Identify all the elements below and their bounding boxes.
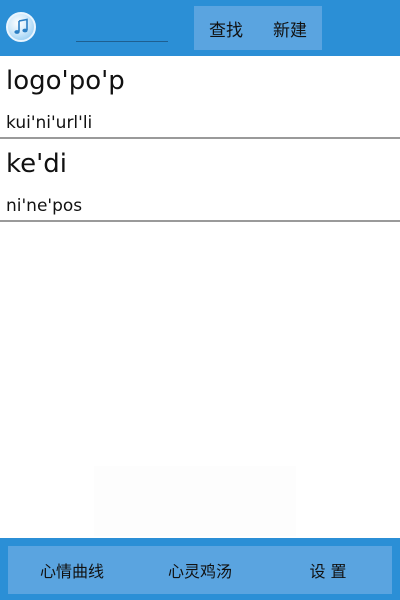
settings-tab[interactable]: 设 置 xyxy=(264,546,392,594)
top-toolbar: 查找 新建 xyxy=(0,0,400,56)
search-input[interactable] xyxy=(76,12,168,42)
entry-subtitle: kui'ni'url'li xyxy=(6,113,93,133)
blank-panel xyxy=(94,466,296,536)
action-button-group: 查找 新建 xyxy=(194,6,322,50)
app-window: 查找 新建 logo'po'p kui'ni'url'li ke'di ni'n… xyxy=(0,0,400,600)
soul-soup-tab[interactable]: 心灵鸡汤 xyxy=(136,546,264,594)
list-item[interactable]: logo'po'p kui'ni'url'li xyxy=(0,56,400,139)
new-button[interactable]: 新建 xyxy=(258,6,322,50)
search-button[interactable]: 查找 xyxy=(194,6,258,50)
entry-title: logo'po'p xyxy=(6,66,125,96)
entry-title: ke'di xyxy=(6,149,68,179)
music-note-glyph xyxy=(14,18,28,34)
entry-subtitle: ni'ne'pos xyxy=(6,196,83,216)
bottom-navigation: 心情曲线 心灵鸡汤 设 置 xyxy=(0,538,400,600)
bottom-nav-panel: 心情曲线 心灵鸡汤 设 置 xyxy=(8,546,392,594)
music-note-icon[interactable] xyxy=(6,12,36,42)
list-item[interactable]: ke'di ni'ne'pos xyxy=(0,139,400,222)
mood-curve-tab[interactable]: 心情曲线 xyxy=(8,546,136,594)
entry-list: logo'po'p kui'ni'url'li ke'di ni'ne'pos xyxy=(0,56,400,222)
